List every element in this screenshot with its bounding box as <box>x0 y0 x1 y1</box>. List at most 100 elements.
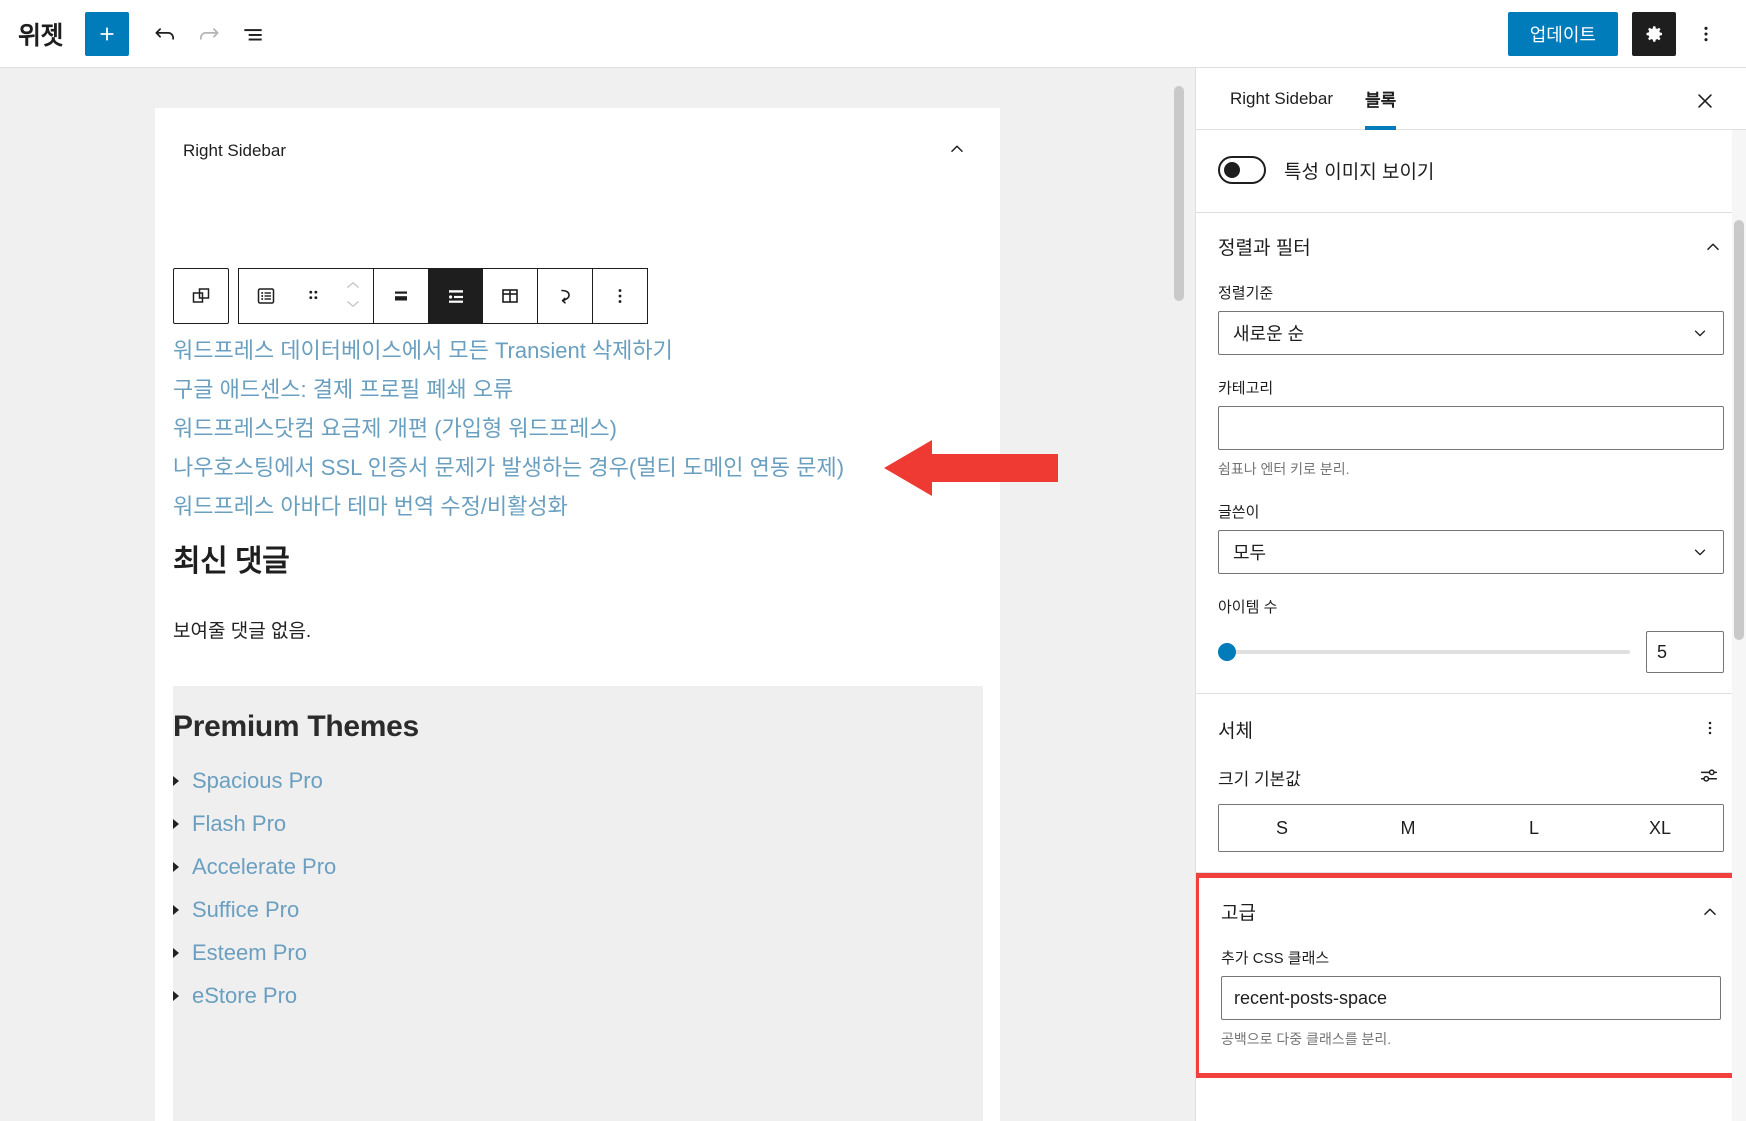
sort-by-label: 정렬기준 <box>1218 282 1724 303</box>
typography-options-button[interactable] <box>1696 714 1724 745</box>
slider-knob[interactable] <box>1218 643 1236 661</box>
more-options-button[interactable] <box>1684 12 1728 56</box>
close-sidebar-button[interactable] <box>1686 82 1724 123</box>
widget-area-header: Right Sidebar <box>155 108 1000 167</box>
premium-themes-list: Spacious Pro Flash Pro Accelerate Pro Su… <box>173 770 983 1007</box>
author-value: 모두 <box>1233 539 1266 565</box>
update-button[interactable]: 업데이트 <box>1508 12 1618 56</box>
recent-comments-empty-text: 보여줄 댓글 없음. <box>173 616 311 643</box>
sidebar-scrollbar[interactable] <box>1732 130 1746 1121</box>
font-size-segmented-control: S M L XL <box>1218 804 1724 852</box>
list-item: Accelerate Pro <box>173 856 983 878</box>
font-size-settings-button[interactable] <box>1694 761 1724 794</box>
typography-title: 서체 <box>1218 716 1253 743</box>
font-size-l-button[interactable]: L <box>1471 805 1597 851</box>
undo-icon <box>152 21 178 47</box>
align-icon <box>389 284 413 308</box>
recent-comments-heading: 최신 댓글 <box>173 536 289 580</box>
theme-link[interactable]: Suffice Pro <box>192 899 299 921</box>
font-size-m-button[interactable]: M <box>1345 805 1471 851</box>
item-count-slider[interactable] <box>1218 650 1630 654</box>
tab-block[interactable]: 블록 <box>1349 68 1412 130</box>
theme-link[interactable]: Accelerate Pro <box>192 856 336 878</box>
category-input[interactable] <box>1218 406 1724 450</box>
author-label: 글쓴이 <box>1218 501 1724 522</box>
list-item: Suffice Pro <box>173 899 983 921</box>
typography-section: 서체 크기 기본값 S M <box>1196 694 1746 873</box>
select-parent-block-button[interactable] <box>174 269 228 323</box>
sort-by-select[interactable]: 새로운 순 <box>1218 311 1724 355</box>
chevron-up-icon <box>946 138 968 160</box>
post-link[interactable]: 워드프레스닷컴 요금제 개편 (가입형 워드프레스) <box>173 418 973 440</box>
move-down-button[interactable] <box>343 296 363 315</box>
css-class-help-text: 공백으로 다중 클래스를 분리. <box>1221 1029 1721 1049</box>
bullet-icon <box>173 991 179 1001</box>
close-icon <box>1694 90 1716 112</box>
red-arrow-annotation <box>880 438 1060 498</box>
settings-button[interactable] <box>1632 12 1676 56</box>
post-link[interactable]: 나우호스팅에서 SSL 인증서 문제가 발생하는 경우(멀티 도메인 연동 문제… <box>173 457 973 479</box>
font-size-row: 크기 기본값 <box>1218 761 1724 794</box>
css-class-input[interactable] <box>1221 976 1721 1020</box>
list-layout-button[interactable] <box>429 269 483 323</box>
chevron-down-icon <box>344 297 362 311</box>
advanced-section: 고급 추가 CSS 클래스 공백으로 다중 클래스를 분리. <box>1199 878 1743 1073</box>
redo-button[interactable] <box>187 12 231 56</box>
block-toolbar <box>173 268 648 324</box>
toggle-knob <box>1224 162 1240 178</box>
drag-handle-icon <box>304 285 322 307</box>
widget-area-card: Right Sidebar <box>155 108 1000 1121</box>
theme-link[interactable]: Flash Pro <box>192 813 286 835</box>
item-count-input[interactable] <box>1646 631 1724 673</box>
list-item: Esteem Pro <box>173 942 983 964</box>
featured-image-toggle[interactable] <box>1218 156 1266 184</box>
recent-posts-list: 워드프레스 데이터베이스에서 모든 Transient 삭제하기 구글 애드센스… <box>173 340 973 535</box>
sort-filter-header[interactable]: 정렬과 필터 <box>1218 233 1724 260</box>
featured-image-label: 특성 이미지 보이기 <box>1284 157 1434 184</box>
grid-layout-button[interactable] <box>483 269 537 323</box>
category-help-text: 쉼표나 엔터 키로 분리. <box>1218 459 1724 479</box>
post-link[interactable]: 워드프레스 데이터베이스에서 모든 Transient 삭제하기 <box>173 340 973 362</box>
sidebar-scrollbar-thumb[interactable] <box>1734 220 1744 640</box>
move-up-button[interactable] <box>343 277 363 296</box>
list-view-button[interactable] <box>231 12 275 56</box>
list-view-icon <box>240 21 266 47</box>
advanced-header[interactable]: 고급 <box>1221 898 1721 925</box>
premium-themes-panel: Premium Themes Spacious Pro Flash Pro Ac… <box>173 686 983 1121</box>
collapse-widget-area-button[interactable] <box>942 134 972 167</box>
css-class-label: 추가 CSS 클래스 <box>1221 947 1721 968</box>
theme-link[interactable]: Esteem Pro <box>192 942 307 964</box>
copy-block-icon <box>189 284 213 308</box>
align-button[interactable] <box>374 269 428 323</box>
font-size-label: 크기 기본값 <box>1218 765 1301 790</box>
tab-right-sidebar[interactable]: Right Sidebar <box>1214 68 1349 130</box>
grid-view-icon <box>498 284 522 308</box>
block-type-button[interactable] <box>239 269 293 323</box>
add-block-button[interactable] <box>85 12 129 56</box>
block-options-button[interactable] <box>593 269 647 323</box>
drag-handle-button[interactable] <box>293 269 333 323</box>
header-actions: 업데이트 <box>1508 12 1728 56</box>
theme-link[interactable]: eStore Pro <box>192 985 297 1007</box>
chevron-up-icon <box>344 278 362 292</box>
bullet-icon <box>173 905 179 915</box>
font-size-xl-button[interactable]: XL <box>1597 805 1723 851</box>
premium-themes-title: Premium Themes <box>173 686 983 744</box>
sidebar-tabs: Right Sidebar 블록 <box>1196 68 1746 130</box>
top-header: 위젯 업데이트 <box>0 0 1746 68</box>
post-link[interactable]: 구글 애드센스: 결제 프로필 폐쇄 오류 <box>173 379 973 401</box>
bullet-icon <box>173 819 179 829</box>
theme-link[interactable]: Spacious Pro <box>192 770 323 792</box>
reply-button[interactable] <box>538 269 592 323</box>
font-size-s-button[interactable]: S <box>1219 805 1345 851</box>
list-item: Flash Pro <box>173 813 983 835</box>
list-item: eStore Pro <box>173 985 983 1007</box>
post-link[interactable]: 워드프레스 아바다 테마 번역 수정/비활성화 <box>173 496 973 518</box>
gear-icon <box>1642 22 1666 46</box>
canvas-scrollbar[interactable] <box>1172 68 1186 1121</box>
undo-button[interactable] <box>143 12 187 56</box>
author-select[interactable]: 모두 <box>1218 530 1724 574</box>
plus-icon <box>96 23 118 45</box>
canvas-scrollbar-thumb[interactable] <box>1174 86 1184 301</box>
editor-canvas: Right Sidebar <box>0 68 1195 1121</box>
